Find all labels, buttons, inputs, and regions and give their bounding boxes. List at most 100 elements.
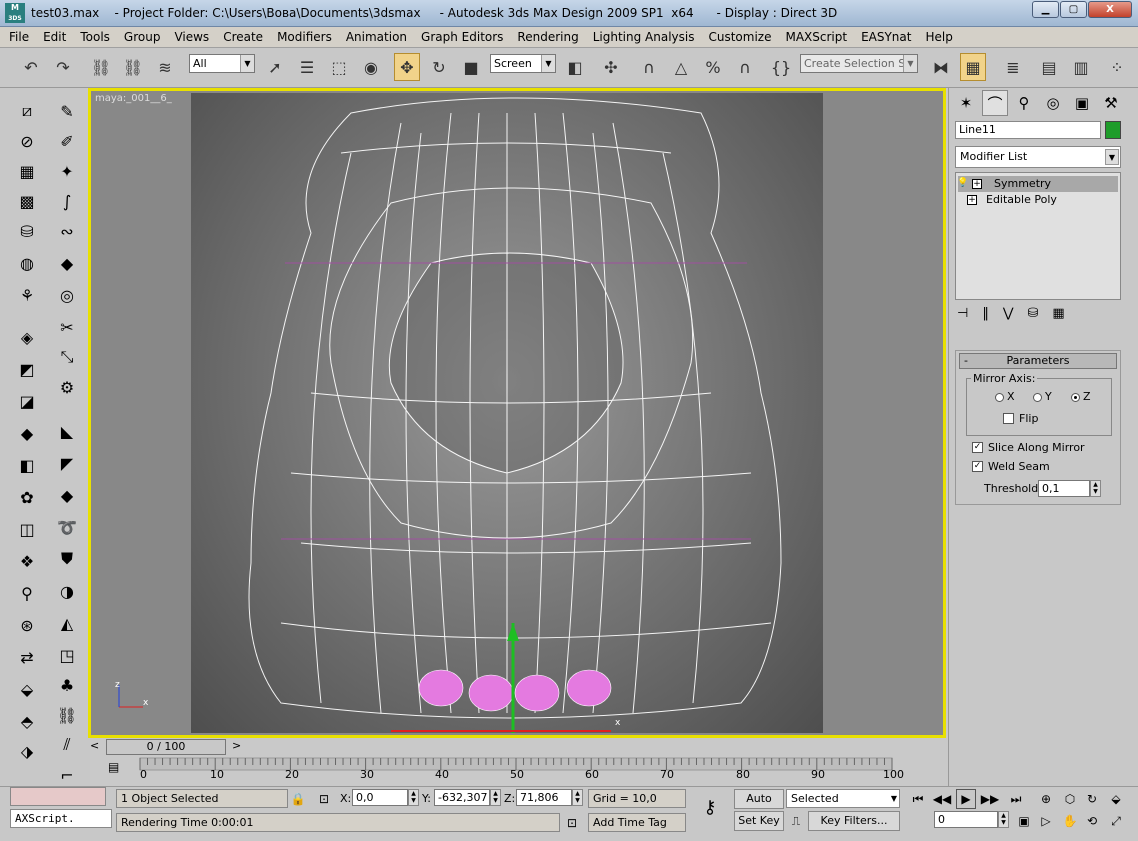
knife-icon[interactable]: ✂ — [53, 314, 81, 340]
viewport-render[interactable]: x — [191, 93, 823, 733]
menu-file[interactable]: File — [9, 30, 29, 44]
material-icon[interactable]: ◪ — [13, 388, 41, 414]
menu-maxscript[interactable]: MAXScript — [785, 30, 847, 44]
menu-tools[interactable]: Tools — [80, 30, 110, 44]
create-tab-icon[interactable]: ✶ — [953, 90, 979, 116]
bend-icon[interactable]: ✦ — [53, 158, 81, 184]
menu-graph-editors[interactable]: Graph Editors — [421, 30, 503, 44]
next-frame-icon[interactable]: ▶▶ — [980, 789, 1000, 809]
edit-named-selection-icon[interactable]: {} — [768, 53, 794, 81]
sphere-cut-icon[interactable]: ◑ — [53, 578, 81, 604]
cylinder-icon[interactable]: ⛁ — [13, 218, 41, 244]
align-icon[interactable]: ▦ — [960, 53, 986, 81]
show-end-result-icon[interactable]: ‖ — [982, 306, 989, 321]
time-configuration-icon[interactable]: ▣ — [1014, 811, 1034, 831]
shell-icon[interactable]: ◣ — [53, 418, 81, 444]
loft-icon[interactable]: ∾ — [53, 218, 81, 244]
ruler-icon[interactable]: ⫽ — [53, 732, 81, 758]
layer-manager-icon[interactable]: ≣ — [1000, 53, 1026, 81]
pipe-icon[interactable]: ◳ — [53, 642, 81, 668]
motion-tab-icon[interactable]: ◎ — [1040, 90, 1066, 116]
tree-icon[interactable]: ♣ — [53, 672, 81, 698]
pivot-center-icon[interactable]: ◧ — [562, 53, 588, 81]
menu-help[interactable]: Help — [925, 30, 952, 44]
axis-z-radio[interactable] — [1071, 393, 1080, 402]
zoom-icon[interactable]: ⊕ — [1036, 789, 1056, 809]
menu-views[interactable]: Views — [174, 30, 209, 44]
threshold-spinner[interactable]: 0,1 ▲ ▼ — [1038, 480, 1101, 497]
configure-modifier-sets-icon[interactable]: ▦ — [1052, 306, 1064, 321]
target-icon[interactable]: ⊛ — [13, 612, 41, 638]
pan-hand-icon[interactable]: ✋ — [1060, 811, 1080, 831]
menu-animation[interactable]: Animation — [346, 30, 407, 44]
viewport-front[interactable]: maya:_001__6_ x x z — [88, 88, 946, 738]
maxscript-listener-pink[interactable] — [10, 787, 106, 806]
time-slider[interactable]: 0 / 100 — [106, 739, 226, 755]
maximize-button[interactable]: ▢ — [1060, 1, 1087, 18]
axis-y-radio[interactable] — [1033, 393, 1042, 402]
corner-icon[interactable]: ⌐ — [53, 762, 81, 788]
surface-icon[interactable]: ◭ — [53, 610, 81, 636]
snaps-toggle-icon[interactable]: ∩ — [636, 53, 662, 81]
unlink-icon[interactable]: ⛓ — [120, 53, 146, 81]
slice-along-mirror-checkbox[interactable]: ✓ — [972, 442, 983, 453]
line-icon[interactable]: ⧄ — [13, 98, 41, 124]
redo-icon[interactable]: ↷ — [50, 53, 76, 81]
stack-item-symmetry[interactable]: 💡 + Symmetry — [957, 176, 1118, 192]
bevel-icon[interactable]: ◧ — [13, 452, 41, 478]
select-by-name-icon[interactable]: ☰ — [294, 53, 320, 81]
zoom-extents-icon[interactable]: ⬙ — [1106, 789, 1126, 809]
display-tab-icon[interactable]: ▣ — [1069, 90, 1095, 116]
minimize-button[interactable]: ▁ — [1032, 1, 1059, 18]
paint-icon[interactable]: ❖ — [13, 548, 41, 574]
previous-frame-icon[interactable]: ◀◀ — [932, 789, 952, 809]
reference-coordinate-dropdown[interactable]: Screen ▼ — [490, 54, 556, 73]
menu-group[interactable]: Group — [124, 30, 161, 44]
select-and-move-icon[interactable]: ✥ — [394, 53, 420, 81]
curve-icon[interactable]: ∫ — [53, 188, 81, 214]
grid-icon[interactable]: ▦ — [13, 158, 41, 184]
add-time-tag-button[interactable]: Add Time Tag — [588, 813, 686, 832]
menu-rendering[interactable]: Rendering — [517, 30, 578, 44]
utilities-tab-icon[interactable]: ⚒ — [1098, 90, 1124, 116]
weight-icon[interactable]: ⚙ — [53, 374, 81, 400]
selection-lock-icon[interactable]: 🔒 — [288, 789, 308, 809]
menu-lighting-analysis[interactable]: Lighting Analysis — [593, 30, 695, 44]
stack-item-editable-poly[interactable]: + Editable Poly — [958, 192, 1118, 208]
set-key-button[interactable]: Set Key — [734, 811, 784, 831]
percent-snap-icon[interactable]: % — [700, 53, 726, 81]
modifier-stack[interactable]: 💡 + Symmetry + Editable Poly — [955, 172, 1121, 300]
curve-editor-icon[interactable]: ▤ — [1036, 53, 1062, 81]
time-tag-icon[interactable]: ⊡ — [562, 813, 582, 833]
z-coordinate-field[interactable]: 71,806 ▲ ▼ — [516, 789, 583, 806]
spline-icon[interactable]: ✐ — [53, 128, 81, 154]
mesh-icon[interactable]: ◫ — [13, 516, 41, 542]
connect-icon[interactable]: ⤡ — [53, 344, 81, 370]
key-mode-dropdown[interactable]: Selected ▼ — [786, 789, 900, 808]
bind-to-space-warp-icon[interactable]: ≋ — [152, 53, 178, 81]
y-coordinate-field[interactable]: -632,307 ▲ ▼ — [434, 789, 501, 806]
manipulate-icon[interactable]: ✣ — [598, 53, 624, 81]
go-to-start-icon[interactable]: ⏮ — [908, 789, 928, 809]
window-crossing-icon[interactable]: ◉ — [358, 53, 384, 81]
chamfer-icon[interactable]: ◤ — [53, 450, 81, 476]
mirror-icon[interactable]: ⧓ — [928, 53, 954, 81]
parameters-rollout-header[interactable]: - Parameters — [959, 353, 1117, 369]
named-selection-set-dropdown[interactable]: Create Selection Set ▼ — [800, 54, 918, 73]
go-to-end-icon[interactable]: ⏭ — [1006, 789, 1026, 809]
arc-rotate-icon[interactable]: ⟲ — [1082, 811, 1102, 831]
viewport-label[interactable]: maya:_001__6_ — [95, 93, 172, 104]
stack-icon[interactable]: ⬙ — [13, 676, 41, 702]
extrude-icon[interactable]: ◩ — [13, 356, 41, 382]
pyramid-icon[interactable]: ⬗ — [13, 738, 41, 764]
open-mini-curve-editor-icon[interactable]: ▤ — [108, 760, 128, 778]
select-object-icon[interactable]: ➚ — [262, 53, 288, 81]
loop-icon[interactable]: ◎ — [53, 282, 81, 308]
auto-key-button[interactable]: Auto Key — [734, 789, 784, 823]
lock-icon[interactable]: ⛓ — [53, 702, 81, 728]
circle-icon[interactable]: ⊘ — [13, 128, 41, 154]
select-and-scale-icon[interactable]: ■ — [458, 53, 484, 81]
hierarchy-tab-icon[interactable]: ⚲ — [1011, 90, 1037, 116]
menu-create[interactable]: Create — [223, 30, 263, 44]
axis-x-radio[interactable] — [995, 393, 1004, 402]
